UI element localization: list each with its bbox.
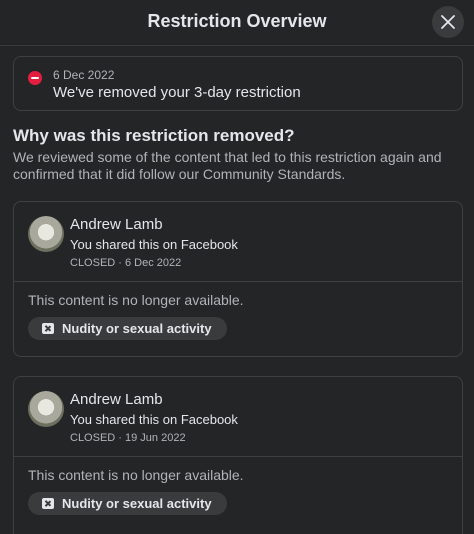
reason-body: We reviewed some of the content that led… bbox=[13, 149, 442, 182]
post-card[interactable]: Andrew Lamb You shared this on Facebook … bbox=[13, 201, 463, 357]
unavailable-text: This content is no longer available. bbox=[28, 292, 244, 308]
post-meta: CLOSED · 6 Dec 2022 bbox=[70, 257, 182, 269]
post-shared-text: You shared this on Facebook bbox=[70, 412, 238, 427]
avatar bbox=[28, 391, 64, 427]
status-message: We've removed your 3-day restriction bbox=[53, 84, 301, 101]
reason-heading: Why was this restriction removed? bbox=[13, 126, 295, 145]
restriction-status-card: 6 Dec 2022 We've removed your 3-day rest… bbox=[13, 56, 463, 111]
violation-tag: Nudity or sexual activity bbox=[28, 492, 227, 515]
post-author: Andrew Lamb bbox=[70, 216, 163, 233]
violation-tag: Nudity or sexual activity bbox=[28, 317, 227, 340]
post-meta: CLOSED · 19 Jun 2022 bbox=[70, 432, 186, 444]
violation-icon bbox=[42, 498, 54, 509]
avatar bbox=[28, 216, 64, 252]
unavailable-text: This content is no longer available. bbox=[28, 467, 244, 483]
violation-label: Nudity or sexual activity bbox=[62, 321, 212, 336]
post-card[interactable]: Andrew Lamb You shared this on Facebook … bbox=[13, 376, 463, 534]
violation-label: Nudity or sexual activity bbox=[62, 496, 212, 511]
page-title: Restriction Overview bbox=[147, 11, 327, 31]
violation-icon bbox=[42, 323, 54, 334]
minus-circle-icon bbox=[28, 71, 42, 85]
close-button[interactable] bbox=[432, 6, 464, 38]
post-shared-text: You shared this on Facebook bbox=[70, 237, 238, 252]
post-author: Andrew Lamb bbox=[70, 391, 163, 408]
status-date: 6 Dec 2022 bbox=[53, 68, 115, 82]
close-icon bbox=[441, 15, 455, 29]
header-bar: Restriction Overview bbox=[0, 0, 474, 46]
